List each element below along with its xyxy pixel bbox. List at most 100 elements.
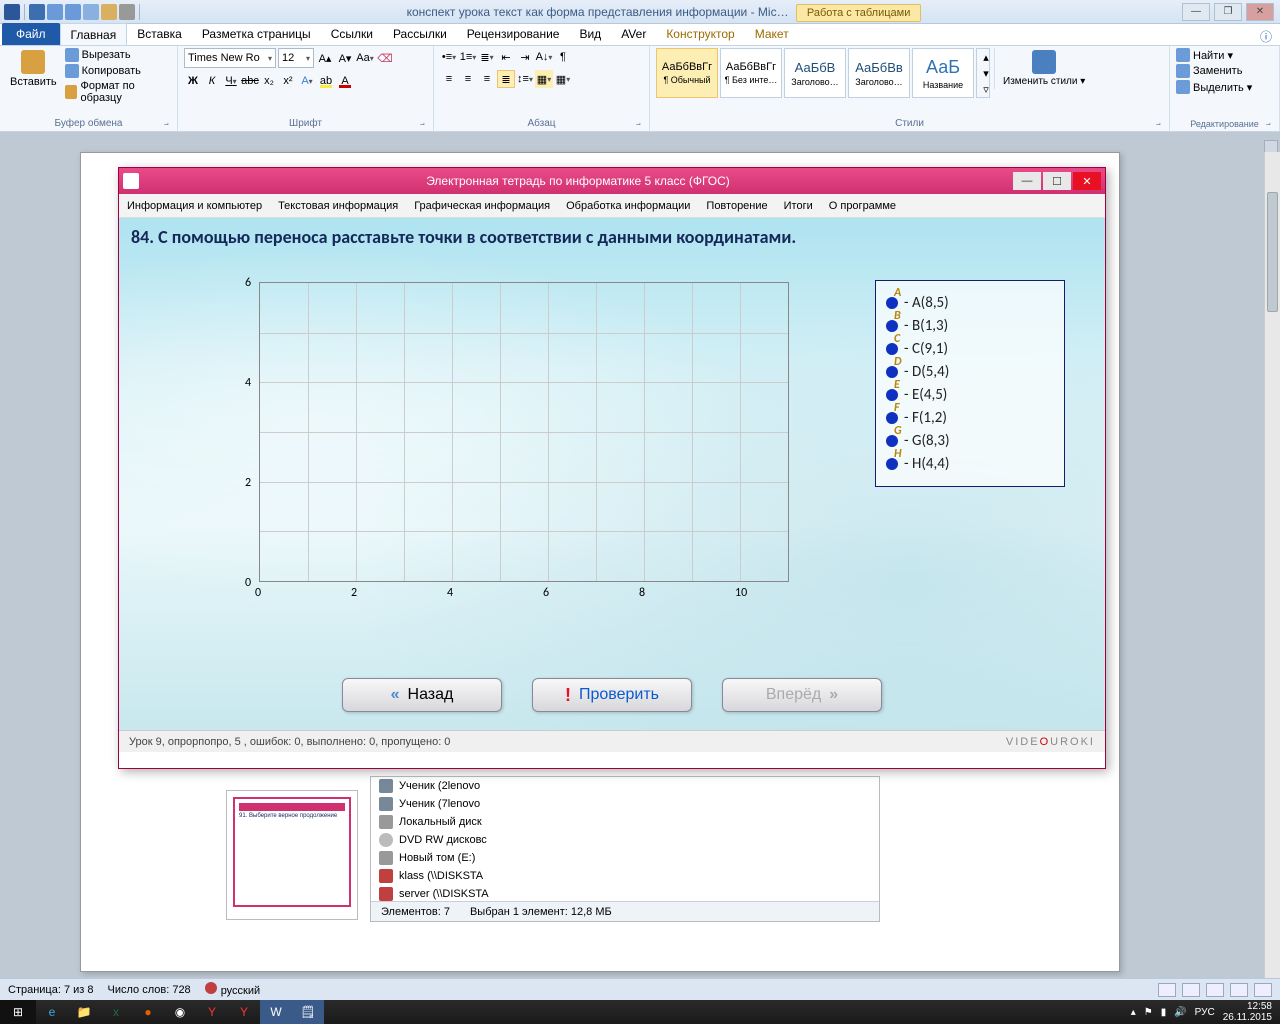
align-right-icon[interactable]: ≡ [478, 70, 496, 88]
menu-item[interactable]: О программе [829, 200, 896, 212]
change-styles-button[interactable]: Изменить стили ▾ [994, 48, 1089, 89]
taskbar-chrome-icon[interactable]: ◉ [164, 1000, 196, 1024]
subscript-icon[interactable]: x₂ [260, 72, 278, 90]
taskbar-ie-icon[interactable]: e [36, 1000, 68, 1024]
undo-icon[interactable] [47, 4, 63, 20]
justify-icon[interactable]: ≣ [497, 70, 515, 88]
point-item[interactable]: A- A(8,5) [886, 294, 1054, 312]
styles-gallery[interactable]: АаБбВвГг¶ Обычный АаБбВвГг¶ Без инте… Аа… [656, 48, 990, 98]
vertical-scrollbar[interactable] [1264, 152, 1280, 978]
cut-button[interactable]: Вырезать [65, 48, 171, 62]
point-item[interactable]: E- E(4,5) [886, 386, 1054, 404]
modal-maximize-button[interactable]: ☐ [1043, 172, 1071, 190]
align-left-icon[interactable]: ≡ [440, 70, 458, 88]
taskbar-yabrowser-icon[interactable]: Y [228, 1000, 260, 1024]
copy-button[interactable]: Копировать [65, 64, 171, 78]
numbering-icon[interactable]: 1≡ [459, 48, 477, 66]
style-heading1[interactable]: АаБбВЗаголово… [784, 48, 846, 98]
borders-icon[interactable]: ▦ [554, 70, 572, 88]
shading-icon[interactable]: ▦ [535, 70, 553, 88]
tab-mailings[interactable]: Рассылки [383, 23, 457, 45]
minimize-button[interactable]: — [1182, 3, 1210, 21]
font-color-icon[interactable]: A [336, 72, 354, 90]
tray-date[interactable]: 26.11.2015 [1223, 1012, 1272, 1023]
redo-icon[interactable] [65, 4, 81, 20]
format-painter-button[interactable]: Формат по образцу [65, 80, 171, 104]
list-item[interactable]: Ученик (7lenovo [371, 795, 879, 813]
file-tab[interactable]: Файл [2, 23, 60, 45]
bold-icon[interactable]: Ж [184, 72, 202, 90]
style-nospacing[interactable]: АаБбВвГг¶ Без инте… [720, 48, 782, 98]
tray-network-icon[interactable]: ▮ [1161, 1007, 1167, 1018]
style-normal[interactable]: АаБбВвГг¶ Обычный [656, 48, 718, 98]
maximize-button[interactable]: ❐ [1214, 3, 1242, 21]
menu-item[interactable]: Обработка информации [566, 200, 690, 212]
highlight-icon[interactable]: ab [317, 72, 335, 90]
underline-icon[interactable]: Ч [222, 72, 240, 90]
tab-home[interactable]: Главная [60, 23, 128, 45]
sort-icon[interactable]: A↓ [535, 48, 553, 66]
bullets-icon[interactable]: •≡ [440, 48, 458, 66]
change-case-icon[interactable]: Aa [356, 49, 374, 67]
point-item[interactable]: B- B(1,3) [886, 317, 1054, 335]
styles-down-icon[interactable]: ▾ [977, 65, 995, 81]
menu-item[interactable]: Информация и компьютер [127, 200, 262, 212]
word-count[interactable]: Число слов: 728 [108, 984, 191, 996]
italic-icon[interactable]: К [203, 72, 221, 90]
tab-design[interactable]: Конструктор [656, 23, 744, 45]
save-icon[interactable] [29, 4, 45, 20]
system-tray[interactable]: ▴ ⚑ ▮ 🔊 РУС 12:5826.11.2015 [1131, 1001, 1280, 1023]
view-read-icon[interactable] [1182, 983, 1200, 997]
back-button[interactable]: «Назад [342, 678, 502, 712]
point-item[interactable]: F- F(1,2) [886, 409, 1054, 427]
line-spacing-icon[interactable]: ↕≡ [516, 70, 534, 88]
list-item[interactable]: DVD RW дисковс [371, 831, 879, 849]
view-print-icon[interactable] [1158, 983, 1176, 997]
strike-icon[interactable]: abc [241, 72, 259, 90]
page-indicator[interactable]: Страница: 7 из 8 [8, 984, 94, 996]
list-item[interactable]: Новый том (E:) [371, 849, 879, 867]
list-item[interactable]: Ученик (2lenovo [371, 777, 879, 795]
view-outline-icon[interactable] [1230, 983, 1248, 997]
tray-volume-icon[interactable]: 🔊 [1174, 1007, 1186, 1018]
taskbar-notebook-icon[interactable]: 🗒 [292, 1000, 324, 1024]
font-size-select[interactable]: 12 [278, 48, 314, 68]
tab-view[interactable]: Вид [569, 23, 611, 45]
taskbar-firefox-icon[interactable]: ● [132, 1000, 164, 1024]
modal-close-button[interactable]: ✕ [1073, 172, 1101, 190]
grow-font-icon[interactable]: A▴ [316, 49, 334, 67]
print-icon[interactable] [119, 4, 135, 20]
point-item[interactable]: G- G(8,3) [886, 432, 1054, 450]
tray-up-icon[interactable]: ▴ [1131, 1007, 1136, 1018]
view-web-icon[interactable] [1206, 983, 1224, 997]
clear-format-icon[interactable]: ⌫ [376, 49, 394, 67]
menu-item[interactable]: Итоги [784, 200, 813, 212]
text-effects-icon[interactable]: A [298, 72, 316, 90]
show-marks-icon[interactable]: ¶ [554, 48, 572, 66]
modal-minimize-button[interactable]: — [1013, 172, 1041, 190]
font-name-select[interactable]: Times New Ro [184, 48, 276, 68]
view-draft-icon[interactable] [1254, 983, 1272, 997]
taskbar-explorer-icon[interactable]: 📁 [68, 1000, 100, 1024]
paste-button[interactable]: Вставить [6, 48, 61, 90]
tab-insert[interactable]: Вставка [127, 23, 192, 45]
check-button[interactable]: !Проверить [532, 678, 692, 712]
style-title[interactable]: АаБНазвание [912, 48, 974, 98]
list-item[interactable]: Локальный диск [371, 813, 879, 831]
tab-layout[interactable]: Макет [745, 23, 799, 45]
replace-button[interactable]: Заменить [1176, 64, 1252, 78]
taskbar-excel-icon[interactable]: x [100, 1000, 132, 1024]
language-indicator[interactable]: русский [205, 982, 260, 997]
menu-item[interactable]: Графическая информация [414, 200, 550, 212]
taskbar-yandex-icon[interactable]: Y [196, 1000, 228, 1024]
tray-time[interactable]: 12:58 [1223, 1001, 1272, 1012]
help-icon[interactable]: ⓘ [1252, 28, 1280, 45]
styles-more-icon[interactable]: ▿ [977, 81, 995, 97]
tab-references[interactable]: Ссылки [321, 23, 383, 45]
menu-item[interactable]: Текстовая информация [278, 200, 398, 212]
select-button[interactable]: Выделить ▾ [1176, 80, 1252, 94]
style-heading2[interactable]: АаБбВвЗаголово… [848, 48, 910, 98]
list-item[interactable]: klass (\\DISKSTA [371, 867, 879, 885]
find-button[interactable]: Найти ▾ [1176, 48, 1252, 62]
open-icon[interactable] [101, 4, 117, 20]
